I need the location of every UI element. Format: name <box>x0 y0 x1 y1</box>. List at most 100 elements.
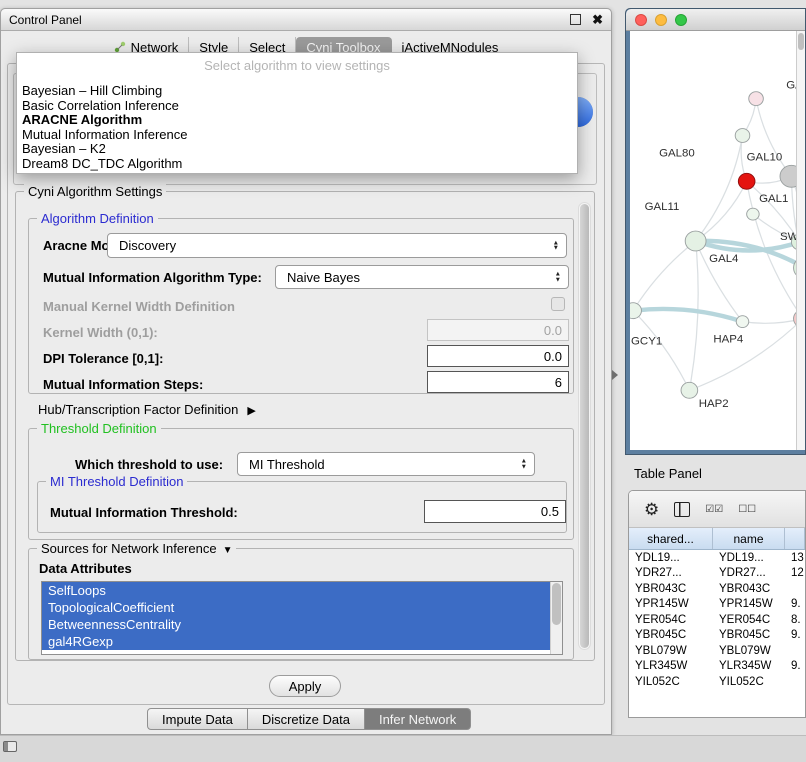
table-body: YDL19...YDL19...13YDR27...YDR27...12YBR0… <box>629 550 805 690</box>
select-all-checkboxes-icon[interactable]: ☑☑ <box>705 504 723 515</box>
list-item[interactable]: SelfLoops <box>42 582 550 599</box>
mi-steps-field[interactable]: 6 <box>427 371 569 393</box>
selected-value: Naive Bayes <box>287 270 360 285</box>
gear-icon[interactable]: ⚙ <box>644 501 659 518</box>
network-graph[interactable]: GAL8GAL80GAL10GAL11GAL1SWI4GAL4GCY1HAP4H… <box>630 31 805 450</box>
network-node[interactable] <box>747 208 760 220</box>
network-node[interactable] <box>685 231 706 251</box>
table-row[interactable]: YBR045CYBR045C9. <box>629 628 805 644</box>
dropdown-placeholder: Select algorithm to view settings <box>17 53 577 84</box>
network-edge[interactable] <box>696 136 743 241</box>
tab-discretize-data[interactable]: Discretize Data <box>248 708 365 730</box>
table-cell: YBR043C <box>713 583 785 595</box>
list-item[interactable]: TopologicalCoefficient <box>42 599 550 616</box>
dpi-tolerance-field[interactable]: 0.0 <box>427 345 569 367</box>
minimize-traffic-light[interactable] <box>655 14 667 26</box>
manual-kernel-checkbox[interactable] <box>551 297 565 311</box>
table-panel-title: Table Panel <box>634 466 702 481</box>
splitter-arrow-icon[interactable] <box>612 370 618 380</box>
table-row[interactable]: YBR043CYBR043C <box>629 581 805 597</box>
dropdown-item[interactable]: Basic Correlation Inference <box>17 99 577 114</box>
scrollbar-thumb[interactable] <box>552 583 561 625</box>
network-edge[interactable] <box>633 309 742 322</box>
dropdown-item[interactable]: Bayesian – Hill Climbing <box>17 84 577 99</box>
kernel-width-field[interactable]: 0.0 <box>427 319 569 341</box>
panel-toggle-icon[interactable] <box>3 741 17 752</box>
tab-infer-network[interactable]: Infer Network <box>365 708 471 730</box>
column-header-shared-name[interactable]: shared... <box>629 528 713 549</box>
tab-label: Impute Data <box>162 712 233 727</box>
which-threshold-select[interactable]: MI Threshold ▲▼ <box>237 452 535 476</box>
expand-right-icon[interactable]: ▶ <box>247 405 255 417</box>
mi-threshold-label: Mutual Information Threshold: <box>50 505 238 520</box>
float-window-icon[interactable] <box>570 14 581 25</box>
settings-scrollbar[interactable] <box>578 202 591 650</box>
table-cell: YER054C <box>713 614 785 626</box>
table-row[interactable]: YDR27...YDR27...12 <box>629 566 805 582</box>
selected-value: Discovery <box>119 238 176 253</box>
network-canvas[interactable]: GAL8GAL80GAL10GAL11GAL1SWI4GAL4GCY1HAP4H… <box>630 31 805 450</box>
list-item[interactable]: BetweennessCentrality <box>42 616 550 633</box>
network-edge[interactable] <box>689 241 698 390</box>
table-row[interactable]: YER054CYER054C8. <box>629 612 805 628</box>
window-title: Control Panel <box>9 13 570 27</box>
table-row[interactable]: YDL19...YDL19...13 <box>629 550 805 566</box>
table-cell: 9. <box>785 598 805 610</box>
scrollbar-thumb[interactable] <box>580 204 589 648</box>
network-scrollbar[interactable] <box>796 31 805 450</box>
table-row[interactable]: YLR345WYLR345W9. <box>629 659 805 675</box>
table-row[interactable]: YIL052CYIL052C <box>629 674 805 690</box>
bottom-tab-bar: Impute Data Discretize Data Infer Networ… <box>147 708 471 730</box>
algorithm-definition-group: Algorithm Definition Aracne Mode: Discov… <box>28 218 574 394</box>
network-node[interactable] <box>736 316 749 328</box>
table-row[interactable]: YBL079WYBL079W <box>629 643 805 659</box>
group-title: MI Threshold Definition <box>46 474 187 489</box>
tab-label: Discretize Data <box>262 712 350 727</box>
network-edge[interactable] <box>756 99 791 177</box>
deselect-all-checkboxes-icon[interactable]: ☐☐ <box>738 504 756 515</box>
table-row[interactable]: YPR145WYPR145W9. <box>629 597 805 613</box>
scrollbar-thumb[interactable] <box>798 33 804 50</box>
network-node[interactable] <box>630 303 641 319</box>
dropdown-item[interactable]: Dream8 DC_TDC Algorithm <box>17 157 577 172</box>
dropdown-item[interactable]: Mutual Information Inference <box>17 128 577 143</box>
control-panel-titlebar[interactable]: Control Panel ✖ <box>1 9 611 31</box>
aracne-mode-select[interactable]: Discovery ▲▼ <box>107 233 567 258</box>
column-header-name[interactable]: name <box>713 528 785 549</box>
table-cell: YBR045C <box>629 629 713 641</box>
network-node[interactable] <box>735 129 750 143</box>
network-edge[interactable] <box>633 311 689 391</box>
list-scrollbar[interactable] <box>550 582 562 654</box>
sources-title[interactable]: Sources for Network Inference▼ <box>37 541 236 558</box>
network-edge[interactable] <box>696 181 747 241</box>
column-header-extra[interactable] <box>785 528 805 549</box>
table-cell: 9. <box>785 629 805 641</box>
network-edge[interactable] <box>633 241 696 311</box>
bottom-strip <box>0 735 806 762</box>
network-node[interactable] <box>681 382 698 398</box>
dropdown-item-selected[interactable]: ARACNE Algorithm <box>17 113 577 128</box>
collapse-down-icon[interactable]: ▼ <box>223 545 233 556</box>
close-traffic-light[interactable] <box>635 14 647 26</box>
table-header: shared... name <box>629 528 805 550</box>
network-node[interactable] <box>738 173 755 189</box>
table-cell: 13 <box>785 552 805 564</box>
apply-button[interactable]: Apply <box>269 675 341 697</box>
zoom-traffic-light[interactable] <box>675 14 687 26</box>
which-threshold-label: Which threshold to use: <box>75 457 223 472</box>
network-window-titlebar[interactable] <box>626 9 805 31</box>
mi-threshold-field[interactable]: 0.5 <box>424 500 566 523</box>
table-cell: YER054C <box>629 614 713 626</box>
close-icon[interactable]: ✖ <box>592 13 603 26</box>
tab-impute-data[interactable]: Impute Data <box>147 708 248 730</box>
table-cell: YLR345W <box>713 660 785 672</box>
network-node[interactable] <box>749 92 764 106</box>
dropdown-item[interactable]: Bayesian – K2 <box>17 142 577 157</box>
hub-definition-section[interactable]: Hub/Transcription Factor Definition▶ <box>38 402 256 417</box>
mi-type-select[interactable]: Naive Bayes ▲▼ <box>275 265 569 289</box>
network-edge[interactable] <box>689 319 803 391</box>
data-attributes-list[interactable]: SelfLoops TopologicalCoefficient Between… <box>41 581 563 655</box>
list-item[interactable]: gal4RGexp <box>42 633 550 650</box>
columns-icon[interactable] <box>674 502 690 517</box>
network-view-window: GAL8GAL80GAL10GAL11GAL1SWI4GAL4GCY1HAP4H… <box>625 8 806 455</box>
